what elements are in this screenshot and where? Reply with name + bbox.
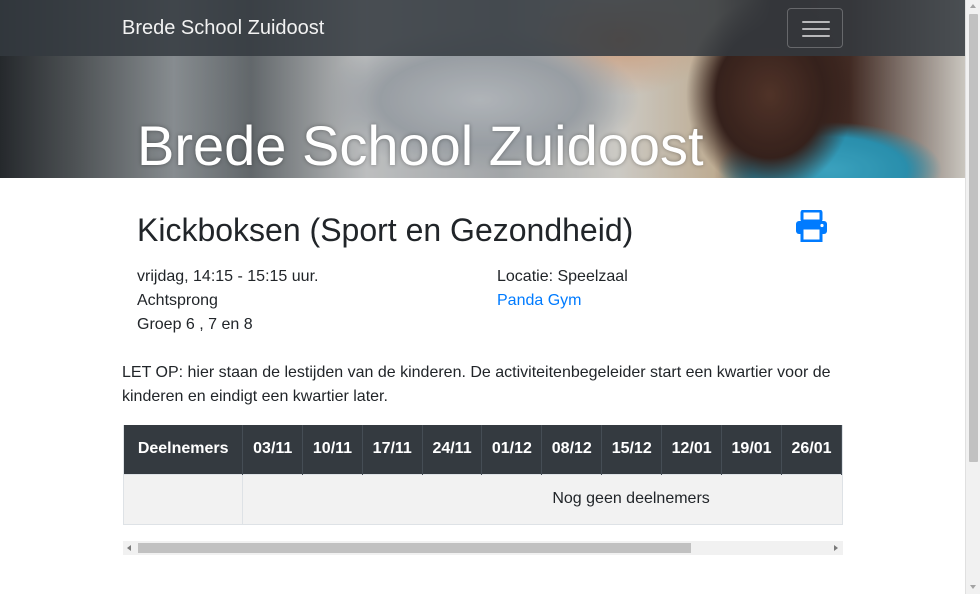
date-column-header: 08/12 [541, 425, 603, 474]
date-column-header: 01/12 [481, 425, 543, 474]
navbar: Brede School Zuidoost [0, 0, 965, 56]
vertical-scrollbar-thumb[interactable] [969, 14, 978, 462]
date-column-header: 17/11 [362, 425, 423, 474]
date-column-header: 26/01 [781, 425, 842, 474]
hamburger-icon-middle [802, 28, 830, 30]
activity-details: vrijdag, 14:15 - 15:15 uur. Achtsprong G… [137, 265, 318, 337]
activity-title: Kickboksen (Sport en Gezondheid) [137, 212, 634, 248]
participant-name-cell [124, 473, 244, 524]
school-text: Achtsprong [137, 292, 218, 309]
date-column-header: 19/01 [721, 425, 783, 474]
navbar-toggler-button[interactable] [787, 8, 843, 48]
horizontal-scrollbar[interactable] [123, 541, 843, 555]
scroll-left-arrow-icon[interactable] [127, 545, 131, 551]
scroll-right-arrow-icon[interactable] [834, 545, 838, 551]
navbar-brand[interactable]: Brede School Zuidoost [122, 16, 324, 40]
date-column-header: 12/01 [661, 425, 723, 474]
location-text: Locatie: Speelzaal [497, 268, 628, 285]
attendance-table-scroll-container[interactable]: Deelnemers 03/11 10/11 17/11 24/11 01/12 08/1… [123, 425, 843, 525]
note-text: LET OP: hier staan de lestijden van de k… [122, 364, 831, 405]
hamburger-icon-bottom [802, 35, 830, 37]
date-column-header: 10/11 [302, 425, 363, 474]
date-column-header: 03/11 [242, 425, 304, 474]
horizontal-scrollbar-thumb[interactable] [138, 543, 691, 553]
provider-link[interactable]: Panda Gym [497, 292, 581, 309]
date-column-header: 24/11 [422, 425, 483, 474]
scroll-down-arrow-icon[interactable] [970, 585, 976, 589]
print-icon[interactable] [795, 209, 828, 243]
location-details: Locatie: Speelzaal Panda Gym [497, 265, 628, 313]
schedule-text: vrijdag, 14:15 - 15:15 uur. [137, 268, 319, 285]
hamburger-icon [802, 21, 830, 23]
scroll-up-arrow-icon[interactable] [970, 4, 976, 8]
attendance-table: Deelnemers 03/11 10/11 17/11 24/11 01/12 08/1… [124, 425, 842, 524]
table-row: Nog geen deelnemers [124, 473, 842, 524]
groups-text: Groep 6 , 7 en 8 [137, 316, 253, 333]
table-header-row: Deelnemers 03/11 10/11 17/11 24/11 01/12 08/1… [124, 425, 842, 474]
empty-message: Nog geen deelnemers [242, 473, 842, 524]
vertical-scrollbar[interactable] [965, 0, 980, 594]
hero-title: Brede School Zuidoost [137, 114, 704, 177]
participants-column-header: Deelnemers [124, 425, 244, 474]
date-column-header: 15/12 [601, 425, 663, 474]
